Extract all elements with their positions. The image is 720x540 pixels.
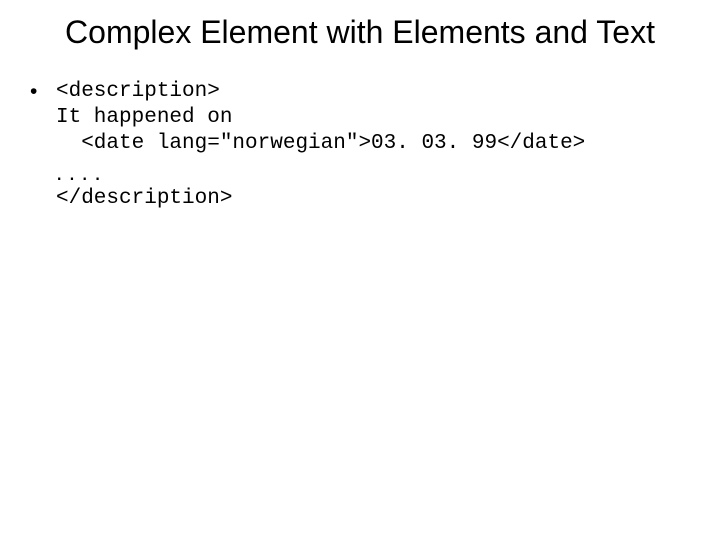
slide-body: • <description> It happened on <date lan… bbox=[30, 79, 690, 213]
code-line-1: <description> bbox=[56, 79, 690, 105]
bullet-content: <description> It happened on <date lang=… bbox=[56, 79, 690, 213]
code-line-3: <date lang="norwegian">03. 03. 99</date> bbox=[56, 131, 690, 157]
bullet-item: • <description> It happened on <date lan… bbox=[30, 79, 690, 213]
slide: Complex Element with Elements and Text •… bbox=[0, 0, 720, 540]
slide-title: Complex Element with Elements and Text bbox=[30, 14, 690, 51]
code-ellipsis: . . . . bbox=[56, 158, 690, 187]
code-line-5: </description> bbox=[56, 186, 690, 212]
bullet-icon: • bbox=[30, 79, 56, 104]
code-line-2: It happened on bbox=[56, 105, 690, 131]
